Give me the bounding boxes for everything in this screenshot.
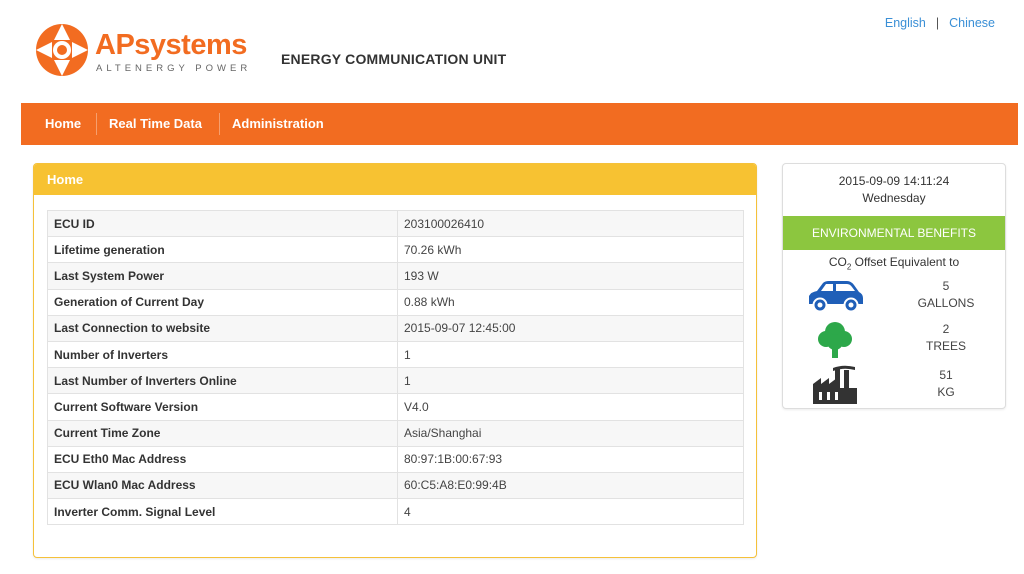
row-label: Lifetime generation [47, 236, 398, 264]
home-panel: Home ECU ID 203100026410 Lifetime generat… [33, 163, 757, 558]
row-value: V4.0 [397, 393, 744, 421]
nav-real-time-data[interactable]: Real Time Data [109, 103, 202, 145]
row-label: ECU Wlan0 Mac Address [47, 471, 398, 500]
environment-panel: 2015-09-09 14:11:24 Wednesday ENVIRONMEN… [782, 163, 1006, 409]
current-weekday: Wednesday [862, 191, 926, 205]
row-value: 4 [397, 498, 744, 526]
table-row: Last Connection to website 2015-09-07 12:… [47, 314, 744, 342]
row-value: 193 W [397, 262, 744, 290]
language-switch: English | Chinese [885, 16, 995, 30]
row-label: Number of Inverters [47, 340, 398, 369]
gallons-unit: GALLONS [917, 296, 975, 310]
ecu-info-table: ECU ID 203100026410 Lifetime generation 70… [47, 209, 744, 526]
table-row: Lifetime generation 70.26 kWh [47, 236, 744, 264]
gallons-value: 5 [942, 279, 950, 293]
table-row: ECU Eth0 Mac Address 80:97:1B:00:67:93 [47, 445, 744, 473]
row-label: Current Time Zone [47, 419, 398, 447]
trees-value: 2 [942, 322, 950, 336]
table-row: ECU ID 203100026410 [47, 209, 744, 238]
trees-unit: TREES [925, 339, 966, 353]
row-value: 1 [397, 367, 744, 395]
row-value: 203100026410 [397, 209, 744, 238]
row-label: Inverter Comm. Signal Level [47, 498, 398, 526]
main-nav: Home Real Time Data Administration [21, 103, 1018, 145]
table-row: Generation of Current Day 0.88 kWh [47, 288, 744, 316]
language-separator: | [935, 16, 940, 30]
row-value: 2015-09-07 12:45:00 [397, 314, 744, 342]
row-label: ECU ID [47, 209, 398, 238]
row-label: Last Number of Inverters Online [47, 367, 398, 395]
row-label: Current Software Version [47, 393, 398, 421]
row-value: 1 [397, 340, 744, 369]
nav-divider [219, 113, 220, 135]
table-row: Number of Inverters 1 [47, 340, 744, 369]
row-value: 70.26 kWh [397, 236, 744, 264]
brand-tagline: ALTENERGY POWER [96, 63, 252, 74]
kg-unit: KG [937, 385, 955, 399]
row-value: 80:97:1B:00:67:93 [397, 445, 744, 473]
table-row: Inverter Comm. Signal Level 4 [47, 498, 744, 526]
row-value: 60:C5:A8:E0:99:4B [397, 471, 744, 500]
panel-title: Home [34, 164, 756, 195]
page-title: ENERGY COMMUNICATION UNIT [281, 51, 507, 67]
table-row: ECU Wlan0 Mac Address 60:C5:A8:E0:99:4B [47, 471, 744, 500]
language-chinese-link[interactable]: Chinese [949, 16, 995, 30]
row-value: Asia/Shanghai [397, 419, 744, 447]
car-icon [809, 281, 863, 313]
environmental-benefits-header: ENVIRONMENTAL BENEFITS [783, 216, 1005, 250]
row-label: Last System Power [47, 262, 398, 290]
apsystems-logo: APsystems ALTENERGY POWER [33, 22, 263, 78]
table-row: Last System Power 193 W [47, 262, 744, 290]
co2-offset-label: CO2 Offset Equivalent to [828, 255, 960, 272]
row-label: Last Connection to website [47, 314, 398, 342]
nav-administration[interactable]: Administration [232, 103, 324, 145]
nav-home[interactable]: Home [45, 103, 81, 145]
factory-icon [813, 365, 857, 404]
brand-name: APsystems [95, 29, 247, 61]
table-row: Current Time Zone Asia/Shanghai [47, 419, 744, 447]
row-label: ECU Eth0 Mac Address [47, 445, 398, 473]
row-label: Generation of Current Day [47, 288, 398, 316]
table-row: Last Number of Inverters Online 1 [47, 367, 744, 395]
current-datetime: 2015-09-09 14:11:24 [838, 174, 950, 188]
tree-icon [818, 322, 852, 358]
row-value: 0.88 kWh [397, 288, 744, 316]
kg-value: 51 [939, 368, 953, 382]
table-row: Current Software Version V4.0 [47, 393, 744, 421]
language-english-link[interactable]: English [885, 16, 926, 30]
nav-divider [96, 113, 97, 135]
logo-mark-icon [36, 24, 88, 76]
